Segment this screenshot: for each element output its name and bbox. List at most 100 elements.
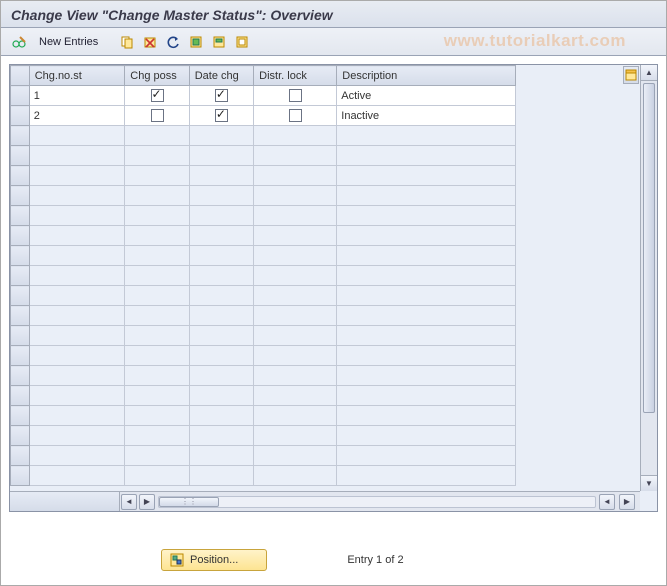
- cell-description[interactable]: Inactive: [337, 106, 516, 126]
- empty-cell[interactable]: [125, 326, 189, 346]
- checkbox-chg-poss[interactable]: [151, 89, 164, 102]
- empty-cell[interactable]: [254, 266, 337, 286]
- empty-cell[interactable]: [189, 186, 253, 206]
- empty-cell[interactable]: [254, 386, 337, 406]
- checkbox-chg-poss[interactable]: [151, 109, 164, 122]
- empty-cell[interactable]: [337, 406, 516, 426]
- empty-cell[interactable]: [29, 386, 125, 406]
- copy-as-button[interactable]: [117, 32, 137, 52]
- cell-chg-no-st[interactable]: 1: [29, 86, 125, 106]
- row-selector[interactable]: [11, 206, 30, 226]
- undo-change-button[interactable]: [163, 32, 183, 52]
- empty-cell[interactable]: [125, 466, 189, 486]
- checkbox-date-chg[interactable]: [215, 89, 228, 102]
- horizontal-scroll-thumb[interactable]: ⋮⋮: [159, 497, 219, 507]
- empty-cell[interactable]: [29, 466, 125, 486]
- scroll-down-button[interactable]: ▼: [641, 475, 657, 491]
- empty-cell[interactable]: [254, 406, 337, 426]
- scroll-left-button[interactable]: ▶: [139, 494, 155, 510]
- empty-cell[interactable]: [125, 226, 189, 246]
- empty-cell[interactable]: [125, 446, 189, 466]
- empty-cell[interactable]: [125, 286, 189, 306]
- row-selector[interactable]: [11, 386, 30, 406]
- cell-chg-no-st[interactable]: 2: [29, 106, 125, 126]
- cell-distr-lock[interactable]: [254, 86, 337, 106]
- empty-cell[interactable]: [254, 346, 337, 366]
- empty-cell[interactable]: [189, 126, 253, 146]
- checkbox-date-chg[interactable]: [215, 109, 228, 122]
- empty-cell[interactable]: [29, 286, 125, 306]
- empty-cell[interactable]: [29, 166, 125, 186]
- delete-button[interactable]: [140, 32, 160, 52]
- empty-cell[interactable]: [337, 286, 516, 306]
- empty-cell[interactable]: [189, 326, 253, 346]
- empty-cell[interactable]: [254, 286, 337, 306]
- col-header-chg-poss[interactable]: Chg poss: [125, 66, 189, 86]
- row-selector[interactable]: [11, 186, 30, 206]
- empty-cell[interactable]: [125, 346, 189, 366]
- empty-cell[interactable]: [337, 386, 516, 406]
- empty-cell[interactable]: [337, 246, 516, 266]
- col-header-date-chg[interactable]: Date chg: [189, 66, 253, 86]
- empty-cell[interactable]: [254, 306, 337, 326]
- position-button[interactable]: Position...: [161, 549, 267, 571]
- empty-cell[interactable]: [189, 446, 253, 466]
- empty-cell[interactable]: [254, 226, 337, 246]
- row-selector[interactable]: [11, 286, 30, 306]
- empty-cell[interactable]: [125, 386, 189, 406]
- empty-cell[interactable]: [254, 446, 337, 466]
- col-header-distr-lock[interactable]: Distr. lock: [254, 66, 337, 86]
- empty-cell[interactable]: [254, 326, 337, 346]
- empty-cell[interactable]: [189, 346, 253, 366]
- empty-cell[interactable]: [125, 366, 189, 386]
- row-selector[interactable]: [11, 366, 30, 386]
- cell-chg-poss[interactable]: [125, 106, 189, 126]
- empty-cell[interactable]: [337, 226, 516, 246]
- scroll-up-button[interactable]: ▲: [641, 65, 657, 81]
- empty-cell[interactable]: [254, 366, 337, 386]
- empty-cell[interactable]: [29, 146, 125, 166]
- row-selector[interactable]: [11, 126, 30, 146]
- row-selector[interactable]: [11, 326, 30, 346]
- row-selector[interactable]: [11, 246, 30, 266]
- checkbox-distr-lock[interactable]: [289, 89, 302, 102]
- empty-cell[interactable]: [189, 206, 253, 226]
- empty-cell[interactable]: [29, 326, 125, 346]
- empty-cell[interactable]: [189, 406, 253, 426]
- empty-cell[interactable]: [189, 366, 253, 386]
- empty-cell[interactable]: [189, 146, 253, 166]
- empty-cell[interactable]: [254, 186, 337, 206]
- empty-cell[interactable]: [337, 126, 516, 146]
- empty-cell[interactable]: [189, 286, 253, 306]
- row-selector[interactable]: [11, 86, 30, 106]
- empty-cell[interactable]: [189, 426, 253, 446]
- empty-cell[interactable]: [254, 206, 337, 226]
- empty-cell[interactable]: [29, 246, 125, 266]
- empty-cell[interactable]: [29, 446, 125, 466]
- select-block-button[interactable]: [209, 32, 229, 52]
- empty-cell[interactable]: [29, 266, 125, 286]
- empty-cell[interactable]: [337, 346, 516, 366]
- vertical-scroll-thumb[interactable]: [643, 83, 655, 413]
- table-settings-button[interactable]: [623, 66, 639, 84]
- empty-cell[interactable]: [189, 466, 253, 486]
- row-selector[interactable]: [11, 466, 30, 486]
- empty-cell[interactable]: [189, 246, 253, 266]
- row-selector[interactable]: [11, 346, 30, 366]
- empty-cell[interactable]: [254, 246, 337, 266]
- empty-cell[interactable]: [189, 266, 253, 286]
- empty-cell[interactable]: [254, 426, 337, 446]
- empty-cell[interactable]: [337, 326, 516, 346]
- empty-cell[interactable]: [337, 206, 516, 226]
- empty-cell[interactable]: [125, 186, 189, 206]
- row-selector[interactable]: [11, 426, 30, 446]
- col-header-chg-no-st[interactable]: Chg.no.st: [29, 66, 125, 86]
- scroll-right-button[interactable]: ◄: [599, 494, 615, 510]
- empty-cell[interactable]: [29, 346, 125, 366]
- empty-cell[interactable]: [125, 166, 189, 186]
- empty-cell[interactable]: [29, 406, 125, 426]
- empty-cell[interactable]: [254, 126, 337, 146]
- scroll-first-button[interactable]: ◄: [121, 494, 137, 510]
- empty-cell[interactable]: [29, 306, 125, 326]
- scroll-last-button[interactable]: ▶: [619, 494, 635, 510]
